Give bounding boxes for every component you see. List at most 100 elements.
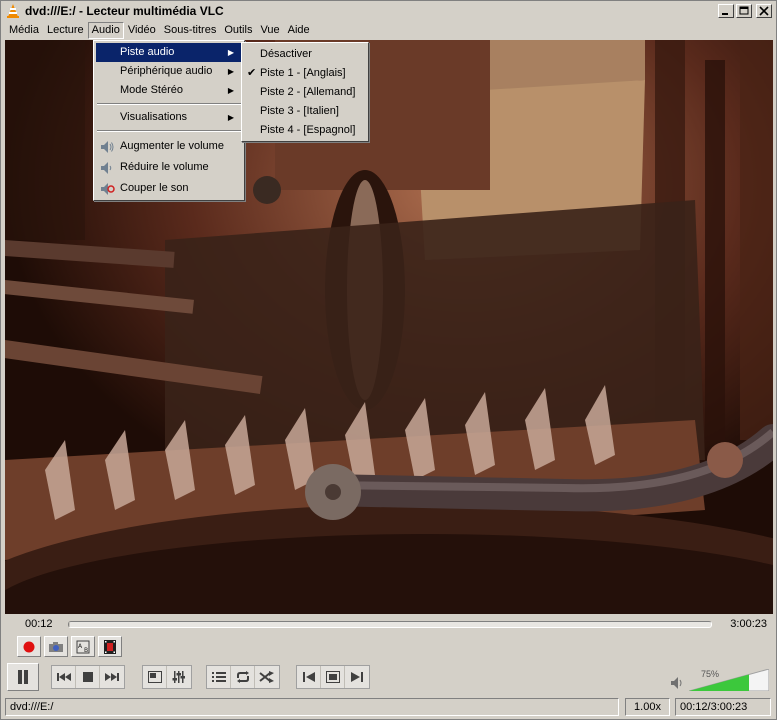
fast-forward-icon	[105, 673, 119, 681]
status-media: dvd:///E:/	[5, 698, 619, 716]
menu-item-stereo-mode-label: Mode Stéréo	[120, 84, 183, 96]
fullscreen-icon	[147, 671, 162, 683]
track-item-disable[interactable]: Désactiver	[244, 45, 366, 64]
repeat-icon	[236, 671, 249, 683]
title-bar[interactable]: dvd:///E:/ - Lecteur multimédia VLC	[1, 1, 776, 21]
track-item-3[interactable]: Piste 3 - [Italien]	[244, 102, 366, 121]
record-button[interactable]	[17, 636, 41, 657]
next-chapter-button[interactable]	[100, 666, 124, 688]
view-group	[142, 665, 192, 689]
track-item-disable-label: Désactiver	[260, 48, 312, 60]
vlc-cone-icon	[7, 4, 19, 18]
menu-item-visualizations[interactable]: Visualisations ▶	[96, 108, 242, 127]
loop-ab-icon: AB	[76, 640, 90, 654]
close-icon	[759, 6, 769, 16]
menu-item-volume-up[interactable]: Augmenter le volume	[96, 137, 242, 156]
extended-settings-button[interactable]	[167, 666, 191, 688]
shuffle-icon	[259, 671, 274, 683]
menu-item-mute[interactable]: Couper le son	[96, 179, 242, 198]
playlist-group	[206, 665, 280, 689]
menu-audio[interactable]: Audio	[87, 22, 124, 39]
vlc-window: dvd:///E:/ - Lecteur multimédia VLC Médi…	[0, 0, 777, 720]
loop-button[interactable]	[231, 666, 255, 688]
window-controls	[718, 4, 772, 18]
minimize-icon	[722, 13, 728, 15]
snapshot-button[interactable]	[44, 636, 68, 657]
menu-item-stereo-mode[interactable]: Mode Stéréo ▶	[96, 81, 242, 100]
stop-button[interactable]	[76, 666, 100, 688]
menu-subtitles[interactable]: Sous-titres	[160, 22, 221, 39]
disc-menu-button[interactable]	[321, 666, 345, 688]
shuffle-button[interactable]	[255, 666, 279, 688]
track-item-4-label: Piste 4 - [Espagnol]	[260, 124, 356, 136]
minimize-button[interactable]	[718, 4, 734, 18]
seek-progress	[69, 622, 70, 627]
close-button[interactable]	[756, 4, 772, 18]
playlist-button[interactable]	[207, 666, 231, 688]
menu-item-audio-track[interactable]: Piste audio ▶	[96, 43, 242, 62]
elapsed-time[interactable]: 00:12	[25, 618, 53, 630]
menu-separator	[97, 103, 241, 105]
audio-menu: Piste audio ▶ Périphérique audio ▶ Mode …	[93, 40, 245, 201]
track-item-2[interactable]: Piste 2 - [Allemand]	[244, 83, 366, 102]
transport-group	[51, 665, 125, 689]
navigation-group	[296, 665, 370, 689]
menu-item-visualizations-label: Visualisations	[120, 111, 188, 123]
submenu-arrow-icon: ▶	[227, 48, 234, 57]
window-title: dvd:///E:/ - Lecteur multimédia VLC	[25, 4, 224, 18]
seek-slider[interactable]	[68, 621, 712, 628]
submenu-arrow-icon: ▶	[227, 86, 234, 95]
menu-video[interactable]: Vidéo	[124, 22, 160, 39]
menu-tools[interactable]: Outils	[220, 22, 256, 39]
mute-icon	[101, 183, 115, 195]
track-item-3-label: Piste 3 - [Italien]	[260, 105, 339, 117]
menu-help[interactable]: Aide	[284, 22, 314, 39]
seek-row: 00:12 3:00:23	[5, 615, 773, 633]
submenu-arrow-icon: ▶	[227, 67, 234, 76]
svg-text:A: A	[78, 643, 83, 650]
frame-by-frame-button[interactable]	[98, 636, 122, 657]
menu-item-audio-device-label: Périphérique audio	[120, 65, 213, 77]
fullscreen-button[interactable]	[143, 666, 167, 688]
equalizer-icon	[172, 671, 185, 683]
maximize-icon	[739, 6, 749, 15]
audio-track-submenu: Désactiver ✔ Piste 1 - [Anglais] Piste 2…	[241, 42, 369, 142]
maximize-button[interactable]	[736, 4, 752, 18]
menu-item-mute-label: Couper le son	[120, 182, 189, 194]
submenu-arrow-icon: ▶	[227, 113, 234, 122]
status-speed[interactable]: 1.00x	[625, 698, 670, 716]
menu-view[interactable]: Vue	[256, 22, 283, 39]
track-item-2-label: Piste 2 - [Allemand]	[260, 86, 356, 98]
menu-item-audio-track-label: Piste audio	[120, 46, 175, 58]
menu-item-audio-device[interactable]: Périphérique audio ▶	[96, 62, 242, 81]
menu-item-volume-down-label: Réduire le volume	[120, 161, 209, 173]
skip-next-icon	[351, 672, 363, 682]
previous-button[interactable]	[297, 666, 321, 688]
disc-menu-icon	[325, 671, 340, 683]
next-button[interactable]	[345, 666, 369, 688]
pause-icon	[18, 670, 28, 684]
menu-item-volume-down[interactable]: Réduire le volume	[96, 158, 242, 177]
menu-media[interactable]: Média	[5, 22, 43, 39]
svg-text:B: B	[84, 647, 88, 654]
track-item-1[interactable]: ✔ Piste 1 - [Anglais]	[244, 64, 366, 83]
status-time[interactable]: 00:12/3:00:23	[675, 698, 771, 716]
pause-button[interactable]	[7, 663, 39, 691]
total-time[interactable]: 3:00:23	[730, 618, 767, 630]
checkmark-icon: ✔	[247, 67, 257, 79]
speaker-icon[interactable]	[670, 676, 684, 690]
stop-icon	[82, 672, 93, 682]
menu-item-volume-up-label: Augmenter le volume	[120, 140, 224, 152]
rewind-icon	[56, 673, 71, 681]
volume-up-icon	[101, 141, 114, 153]
menu-playback[interactable]: Lecture	[43, 22, 88, 39]
previous-chapter-button[interactable]	[52, 666, 76, 688]
skip-previous-icon	[302, 672, 315, 682]
playlist-icon	[211, 672, 226, 682]
advanced-controls: AB	[17, 636, 122, 657]
volume-down-icon	[101, 162, 112, 174]
status-bar: dvd:///E:/ 1.00x 00:12/3:00:23	[1, 696, 776, 719]
loop-ab-button[interactable]: AB	[71, 636, 95, 657]
film-frame-icon	[104, 639, 116, 654]
track-item-4[interactable]: Piste 4 - [Espagnol]	[244, 121, 366, 140]
